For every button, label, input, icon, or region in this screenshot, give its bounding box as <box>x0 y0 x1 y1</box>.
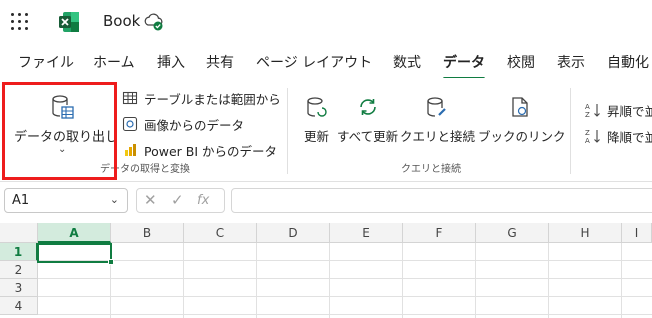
tab-automate[interactable]: 自動化 <box>607 52 649 72</box>
cell-area[interactable] <box>38 243 652 318</box>
sort-ascending-button[interactable]: A Z 昇順で並 <box>585 100 652 120</box>
name-box[interactable]: A1 ⌄ <box>4 188 128 213</box>
picture-data-icon <box>122 116 138 132</box>
data-from-power-bi-button[interactable]: Power BI からのデータ <box>122 140 277 160</box>
fill-handle[interactable] <box>108 259 114 265</box>
confirm-icon[interactable]: ✓ <box>171 191 184 209</box>
column-header[interactable]: D <box>257 223 330 243</box>
tab-formulas[interactable]: 数式 <box>393 52 421 72</box>
refresh-all-icon[interactable] <box>357 96 379 118</box>
column-header[interactable]: F <box>403 223 476 243</box>
workbook-links-button[interactable]: ブックのリンク <box>478 126 566 145</box>
table-icon <box>122 91 138 105</box>
tab-share[interactable]: 共有 <box>206 52 234 72</box>
workbook-links-icon[interactable] <box>509 96 531 118</box>
queries-group-label: クエリと接続 <box>401 164 461 175</box>
ribbon-panel: データの取り出し ⌄ テーブルまたは範囲から 画像からのデータ Power BI… <box>0 78 652 182</box>
svg-text:Z: Z <box>585 129 590 137</box>
power-bi-icon <box>125 144 136 156</box>
spreadsheet-grid: A B C D E F G H I 1 2 3 4 <box>0 223 652 318</box>
select-all-corner[interactable] <box>0 223 38 243</box>
queries-connections-button[interactable]: クエリと接続 <box>400 126 475 145</box>
formula-bar: A1 ⌄ ✕ ✓ fx <box>0 183 652 219</box>
row-header[interactable]: 3 <box>0 279 38 297</box>
refresh-button[interactable]: 更新 <box>304 126 329 145</box>
sort-descending-button[interactable]: Z A 降順で並 <box>585 126 652 146</box>
column-header[interactable]: A <box>38 223 111 243</box>
tab-data[interactable]: データ <box>443 52 485 80</box>
ribbon-tabs: ファイル ホーム 挿入 共有 ページ レイアウト 数式 データ 校閲 表示 自動… <box>0 44 652 80</box>
from-table-range-button[interactable]: テーブルまたは範囲から <box>122 88 281 108</box>
data-from-picture-button[interactable]: 画像からのデータ <box>122 114 244 134</box>
tab-file[interactable]: ファイル <box>18 52 74 72</box>
app-launcher-icon[interactable] <box>11 13 28 30</box>
insert-function-icon[interactable]: fx <box>197 193 209 208</box>
row-header[interactable]: 2 <box>0 261 38 279</box>
cloud-saved-icon[interactable] <box>143 12 165 32</box>
excel-logo-icon <box>59 12 79 32</box>
svg-text:A: A <box>585 137 590 144</box>
column-header[interactable]: C <box>184 223 257 243</box>
tab-insert[interactable]: 挿入 <box>157 52 185 72</box>
column-header[interactable]: B <box>111 223 184 243</box>
queries-connections-icon[interactable] <box>426 96 448 118</box>
active-cell[interactable] <box>37 243 112 263</box>
sort-descending-icon: Z A <box>585 129 600 144</box>
sort-descending-label: 降順で並 <box>607 129 652 145</box>
sort-ascending-icon: A Z <box>585 103 600 118</box>
tab-home[interactable]: ホーム <box>93 52 135 72</box>
row-header[interactable]: 4 <box>0 297 38 315</box>
group-separator <box>570 88 571 174</box>
name-box-value: A1 <box>12 193 30 208</box>
row-header[interactable]: 1 <box>0 243 38 261</box>
from-table-range-label: テーブルまたは範囲から <box>144 91 281 107</box>
formula-input[interactable] <box>231 188 652 213</box>
svg-text:Z: Z <box>585 111 590 118</box>
tab-view[interactable]: 表示 <box>557 52 585 72</box>
column-header[interactable]: E <box>330 223 403 243</box>
chevron-down-icon[interactable]: ⌄ <box>110 193 119 206</box>
cancel-icon[interactable]: ✕ <box>144 191 157 209</box>
refresh-all-button[interactable]: すべて更新 <box>337 126 398 145</box>
data-from-picture-label: 画像からのデータ <box>144 117 245 133</box>
data-from-power-bi-label: Power BI からのデータ <box>144 143 278 159</box>
column-header[interactable]: G <box>476 223 549 243</box>
column-header[interactable]: I <box>622 223 652 243</box>
formula-controls: ✕ ✓ fx <box>136 188 225 213</box>
svg-text:A: A <box>585 103 590 111</box>
refresh-database-icon[interactable] <box>306 96 328 118</box>
highlight-box <box>2 82 117 180</box>
title-bar: Book <box>0 0 652 44</box>
sort-ascending-label: 昇順で並 <box>607 103 652 119</box>
tab-review[interactable]: 校閲 <box>507 52 535 72</box>
column-header[interactable]: H <box>549 223 622 243</box>
document-title[interactable]: Book <box>103 12 140 30</box>
group-separator <box>287 88 288 174</box>
tab-page-layout[interactable]: ページ レイアウト <box>256 52 372 72</box>
